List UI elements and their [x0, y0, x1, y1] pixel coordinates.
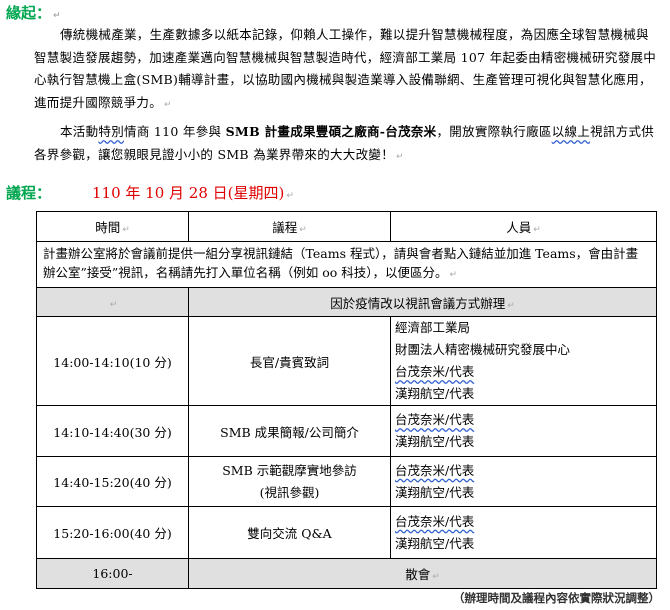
header-people: 人員 ↵: [390, 211, 657, 242]
row-people: 台茂奈米/代表 漢翔航空/代表: [390, 456, 657, 507]
teams-note: 計畫辦公室將於會議前提供一組分享視訊鏈結（Teams 程式），請與會者點入鏈結並…: [36, 241, 657, 288]
row-topic: SMB 示範觀摩實地參訪 (視訊參觀): [188, 456, 391, 507]
table-row: 14:10-14:40(30 分) SMB 成果簡報/公司簡介 台茂奈米/代表 …: [36, 405, 657, 457]
header-topic: 議程 ↵: [188, 211, 391, 242]
row-time: 14:40-15:20(40 分): [36, 456, 189, 507]
row-time: 15:20-16:00(40 分): [36, 506, 189, 559]
row-time: 14:00-14:10(10 分): [36, 316, 189, 406]
agenda-note-row: 計畫辦公室將於會議前提供一組分享視訊鏈結（Teams 程式），請與會者點入鏈結並…: [36, 241, 657, 288]
intro-paragraph-1: 傳統機械產業，生產數據多以紙本記錄，仰賴人工操作，難以提升智慧機械程度，為因應全…: [34, 27, 657, 110]
row-topic: SMB 成果簡報/公司簡介: [188, 405, 391, 457]
intro-paragraph-2: 本活動特別情商 110 年參與 SMB 計畫成果豐碩之廠商-台茂奈米，開放實際執…: [34, 124, 655, 162]
table-row: 15:20-16:00(40 分) 雙向交流 Q&A 台茂奈米/代表 漢翔航空/…: [36, 506, 657, 559]
end-time: 16:00-: [36, 558, 189, 589]
row-people: 經濟部工業局 財團法人精密機械研究發展中心 台茂奈米/代表 漢翔航空/代表: [390, 316, 657, 406]
agenda-title: 議程：: [6, 184, 52, 202]
row-topic: 長官/貴賓致詞: [188, 316, 391, 406]
covid-notice: 因於疫情改以視訊會議方式辦理 ↵: [188, 287, 657, 317]
header-time: 時間 ↵: [36, 211, 189, 242]
agenda-table: 時間 ↵ 議程 ↵ 人員 ↵ 計畫辦公室將於會議前提供一組分享視訊鏈結（Teams 程…: [36, 211, 657, 589]
closing-row: 16:00- 散會 ↵: [36, 558, 657, 589]
row-topic: 雙向交流 Q&A: [188, 506, 391, 559]
agenda-date: 110 年 10 月 28 日(星期四) ↵: [92, 184, 294, 202]
row-people: 台茂奈米/代表 漢翔航空/代表: [390, 506, 657, 559]
agenda-notice-row: ↵ 因於疫情改以視訊會議方式辦理 ↵: [36, 287, 657, 317]
end-label: 散會 ↵: [188, 558, 657, 589]
row-time: 14:10-14:40(30 分): [36, 405, 189, 457]
agenda-header-row: 時間 ↵ 議程 ↵ 人員 ↵: [36, 211, 657, 242]
table-row: 14:40-15:20(40 分) SMB 示範觀摩實地參訪 (視訊參觀) 台茂…: [36, 456, 657, 507]
table-row: 14:00-14:10(10 分) 長官/貴賓致詞 經濟部工業局 財團法人精密機…: [36, 316, 657, 406]
notice-empty-cell: ↵: [36, 287, 189, 317]
intro-title: 緣起： ↵: [6, 4, 61, 22]
footer-note: （辦理時間及議程內容依實際狀況調整）: [453, 591, 660, 605]
row-people: 台茂奈米/代表 漢翔航空/代表: [390, 405, 657, 457]
